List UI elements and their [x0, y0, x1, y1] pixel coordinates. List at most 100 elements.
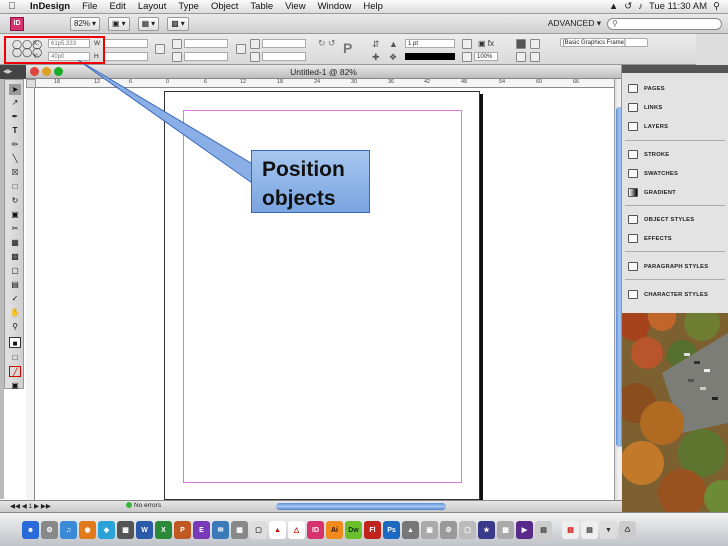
illustrator-dock-icon[interactable]: Ai	[326, 521, 343, 539]
screen-mode-icon[interactable]: ▣	[9, 380, 21, 391]
free-transform-tool-icon[interactable]: ▦	[9, 237, 21, 248]
stroke-weight-field[interactable]: 1 pt	[405, 39, 455, 48]
dashboard-icon[interactable]: ▩	[117, 521, 134, 539]
center-content-icon[interactable]	[530, 52, 540, 62]
acrobat-reader-icon[interactable]: △	[288, 521, 305, 539]
height-field[interactable]	[104, 52, 148, 61]
volume-icon[interactable]: ♪	[638, 1, 643, 12]
panel-object-styles[interactable]: OBJECT STYLES	[628, 215, 694, 224]
page-number-field[interactable]: 1	[29, 503, 33, 510]
eyedropper-tool-icon[interactable]: ✓	[9, 293, 21, 304]
close-window-icon[interactable]	[30, 67, 39, 76]
object-style-dropdown[interactable]: [Basic Graphics Frame]	[560, 38, 648, 47]
constrain-proportions-icon[interactable]	[155, 44, 165, 54]
scale-x-icon[interactable]	[172, 39, 182, 49]
scale-y-field[interactable]	[184, 52, 228, 61]
gradient-feather-tool-icon[interactable]: ▢	[9, 265, 21, 276]
horizontal-ruler[interactable]: 18 12 6 0 6 12 18 24 30 36 42 48 54 60 6…	[36, 79, 614, 88]
time-machine-icon[interactable]: ↺	[624, 1, 632, 12]
constrain-scale-icon[interactable]	[236, 44, 246, 54]
panel-layers[interactable]: LAYERS	[628, 122, 668, 131]
itunes-icon[interactable]: ♫	[60, 521, 77, 539]
ruler-origin[interactable]	[26, 79, 36, 88]
folder-icon[interactable]: ▤	[535, 521, 552, 539]
calculator-icon[interactable]: ▦	[231, 521, 248, 539]
shear-field[interactable]	[262, 52, 306, 61]
opacity-icon[interactable]	[462, 52, 472, 62]
panel-pages[interactable]: PAGES	[628, 84, 665, 93]
panel-dock-header[interactable]	[622, 65, 728, 73]
horizontal-scroll-thumb[interactable]	[276, 503, 446, 510]
type-tool-icon[interactable]: T	[9, 125, 21, 136]
hand-tool-icon[interactable]: ✋	[9, 307, 21, 318]
rotation-field[interactable]	[262, 39, 306, 48]
preview-icon[interactable]: ▢	[250, 521, 267, 539]
rectangle-frame-tool-icon[interactable]: ☒	[9, 167, 21, 178]
line-tool-icon[interactable]: ╲	[9, 153, 21, 164]
zoom-window-icon[interactable]	[54, 67, 63, 76]
safari-icon[interactable]: ◈	[98, 521, 115, 539]
flip-horizontal-icon[interactable]: ⇵	[372, 39, 380, 50]
utility-icon[interactable]: ⚙	[440, 521, 457, 539]
panel-paragraph-styles[interactable]: PARAGRAPH STYLES	[628, 262, 708, 271]
flip-vertical-icon[interactable]: ✚	[372, 52, 380, 63]
fit-frame-icon[interactable]	[530, 39, 540, 49]
menu-object[interactable]: Object	[205, 1, 244, 12]
scale-y-icon[interactable]	[172, 52, 182, 62]
stroke-type-dropdown[interactable]	[405, 53, 455, 60]
flash-dock-icon[interactable]: Fl	[364, 521, 381, 539]
media-icon[interactable]: ▶	[516, 521, 533, 539]
direct-selection-tool-icon[interactable]: ↗	[9, 97, 21, 108]
rectangle-tool-icon[interactable]: □	[9, 181, 21, 192]
panel-character-styles[interactable]: CHARACTER STYLES	[628, 290, 708, 299]
select-content-icon[interactable]: ❖	[389, 52, 397, 63]
fill-icon[interactable]	[462, 39, 472, 49]
preflight-status[interactable]: No errors	[126, 502, 161, 509]
panel-swatches[interactable]: SWATCHES	[628, 169, 678, 178]
dreamweaver-dock-icon[interactable]: Dw	[345, 521, 362, 539]
workspace-switcher[interactable]: ADVANCED ▾	[548, 18, 601, 29]
panel-stroke[interactable]: STROKE	[628, 150, 669, 159]
trash-icon[interactable]: ♺	[619, 521, 636, 539]
rotate-tool-icon[interactable]: ↻	[9, 195, 21, 206]
menu-help[interactable]: Help	[357, 1, 389, 12]
mail-icon[interactable]: ✉	[212, 521, 229, 539]
image-capture-icon[interactable]: ▢	[459, 521, 476, 539]
menu-layout[interactable]: Layout	[132, 1, 173, 12]
width-field[interactable]	[104, 39, 148, 48]
paragraph-p-icon[interactable]: P	[343, 40, 352, 56]
scale-x-field[interactable]	[184, 39, 228, 48]
panel-gradient[interactable]: GRADIENT	[628, 188, 676, 197]
frame-fitting-icon[interactable]	[516, 39, 526, 49]
apply-none-icon[interactable]: ╱	[9, 366, 21, 377]
menu-app-name[interactable]: InDesign	[24, 1, 76, 12]
menu-file[interactable]: File	[76, 1, 103, 12]
panel-effects[interactable]: EFFECTS	[628, 234, 672, 243]
spotlight-icon[interactable]: ⚲	[713, 1, 720, 12]
arrange-documents-button[interactable]: ▩ ▾	[167, 16, 189, 31]
app-store-icon[interactable]: ★	[478, 521, 495, 539]
menu-clock[interactable]: Tue 11:30 AM	[649, 1, 707, 12]
pencil-tool-icon[interactable]: ✏	[9, 139, 21, 150]
opacity-field[interactable]: 100%	[474, 52, 498, 61]
scissors-tool-icon[interactable]: ✂	[9, 223, 21, 234]
panel-links[interactable]: LINKS	[628, 103, 662, 112]
shear-icon[interactable]	[250, 52, 260, 62]
select-container-icon[interactable]: ▲	[389, 39, 398, 49]
zoom-tool-icon[interactable]: ⚲	[9, 321, 21, 332]
search-input[interactable]: ⚲	[607, 17, 722, 30]
finder-icon[interactable]: ☻	[22, 521, 39, 539]
zoom-dropdown[interactable]: 82% ▾	[70, 16, 101, 31]
firefox-icon[interactable]: ◉	[79, 521, 96, 539]
minimize-window-icon[interactable]	[42, 67, 51, 76]
bridge-icon[interactable]: ▲	[402, 521, 419, 539]
drop-shadow-icon[interactable]: ▣ fx	[478, 39, 494, 48]
view-options-button[interactable]: ▣ ▾	[108, 16, 130, 31]
menu-view[interactable]: View	[279, 1, 311, 12]
photoshop-dock-icon[interactable]: Ps	[383, 521, 400, 539]
rotate-icon[interactable]	[250, 39, 260, 49]
excel-icon[interactable]: X	[155, 521, 172, 539]
menu-table[interactable]: Table	[244, 1, 279, 12]
acrobat-icon[interactable]: ▲	[269, 521, 286, 539]
pdf-document-icon[interactable]: ▤	[562, 521, 579, 539]
